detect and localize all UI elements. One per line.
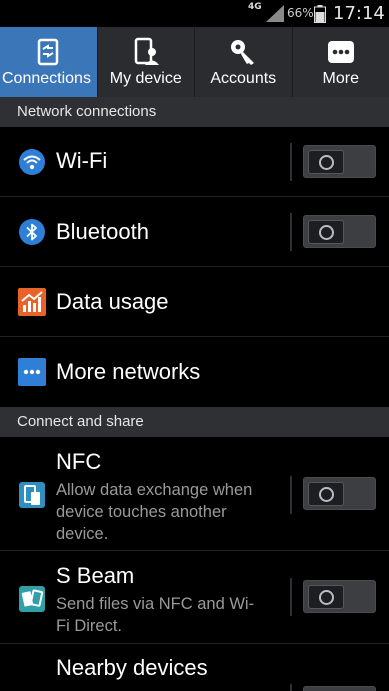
bluetooth-title: Bluetooth xyxy=(56,219,149,244)
s-beam-description-line-1: Send files via NFC and Wi- xyxy=(56,595,255,613)
s-beam-title: S Beam xyxy=(56,563,135,588)
nfc-title: NFC xyxy=(56,449,102,474)
wifi-row[interactable]: Wi-Fi xyxy=(0,127,389,197)
tab-label: More xyxy=(322,70,359,87)
nfc-row[interactable]: NFC Allow data exchange when device touc… xyxy=(0,437,389,551)
battery-percent: 66% xyxy=(287,6,314,20)
tab-connections[interactable]: Connections xyxy=(0,27,98,97)
s-beam-description-line-2: Fi Direct. xyxy=(56,617,122,635)
section-header-network-connections: Network connections xyxy=(0,97,389,127)
nearby-devices-title: Nearby devices xyxy=(56,655,208,680)
status-bar: 4G 66% 17:14 xyxy=(0,0,389,27)
toggle-knob xyxy=(308,585,344,609)
divider xyxy=(290,684,292,691)
wifi-icon xyxy=(19,149,45,175)
tab-label: Connections xyxy=(2,70,91,87)
divider xyxy=(290,213,292,251)
section-header-connect-and-share: Connect and share xyxy=(0,407,389,437)
s-beam-row[interactable]: S Beam Send files via NFC and Wi- Fi Dir… xyxy=(0,551,389,644)
tab-accounts[interactable]: Accounts xyxy=(195,27,293,97)
settings-tab-bar: Connections My device Accounts More xyxy=(0,27,389,97)
toggle-knob xyxy=(308,482,344,506)
s-beam-toggle[interactable] xyxy=(303,580,376,613)
tab-more[interactable]: More xyxy=(293,27,389,97)
divider xyxy=(290,578,292,616)
nfc-toggle[interactable] xyxy=(303,477,376,510)
bluetooth-icon xyxy=(19,219,45,245)
network-type-label: 4G xyxy=(248,2,262,12)
divider xyxy=(290,476,292,514)
toggle-knob xyxy=(308,150,344,174)
tab-label: Accounts xyxy=(210,70,277,87)
nearby-devices-row[interactable]: Nearby devices xyxy=(0,644,389,691)
nfc-description-line-3: device. xyxy=(56,525,109,543)
tab-label: My device xyxy=(109,70,182,87)
wifi-title: Wi-Fi xyxy=(56,148,108,173)
data-usage-row[interactable]: Data usage xyxy=(0,267,389,337)
tab-my-device[interactable]: My device xyxy=(98,27,195,97)
clock: 17:14 xyxy=(333,3,385,24)
my-device-icon xyxy=(134,37,159,65)
wifi-toggle[interactable] xyxy=(303,145,376,178)
nfc-description-line-2: device touches another xyxy=(56,503,227,521)
toggle-knob xyxy=(308,220,344,244)
nearby-devices-toggle[interactable] xyxy=(303,686,376,691)
nfc-icon xyxy=(19,482,45,508)
more-networks-row[interactable]: More networks xyxy=(0,337,389,407)
data-usage-icon xyxy=(18,288,46,316)
more-networks-title: More networks xyxy=(56,359,201,384)
key-icon xyxy=(231,40,255,65)
battery-icon xyxy=(314,5,326,23)
divider xyxy=(290,143,292,181)
s-beam-icon xyxy=(19,586,45,612)
connections-icon xyxy=(38,38,59,66)
nfc-description-line-1: Allow data exchange when xyxy=(56,481,253,499)
more-dots-icon xyxy=(327,41,354,63)
more-networks-icon xyxy=(18,358,46,386)
signal-strength-icon xyxy=(266,5,284,22)
bluetooth-toggle[interactable] xyxy=(303,215,376,248)
data-usage-title: Data usage xyxy=(56,289,169,314)
bluetooth-row[interactable]: Bluetooth xyxy=(0,197,389,267)
